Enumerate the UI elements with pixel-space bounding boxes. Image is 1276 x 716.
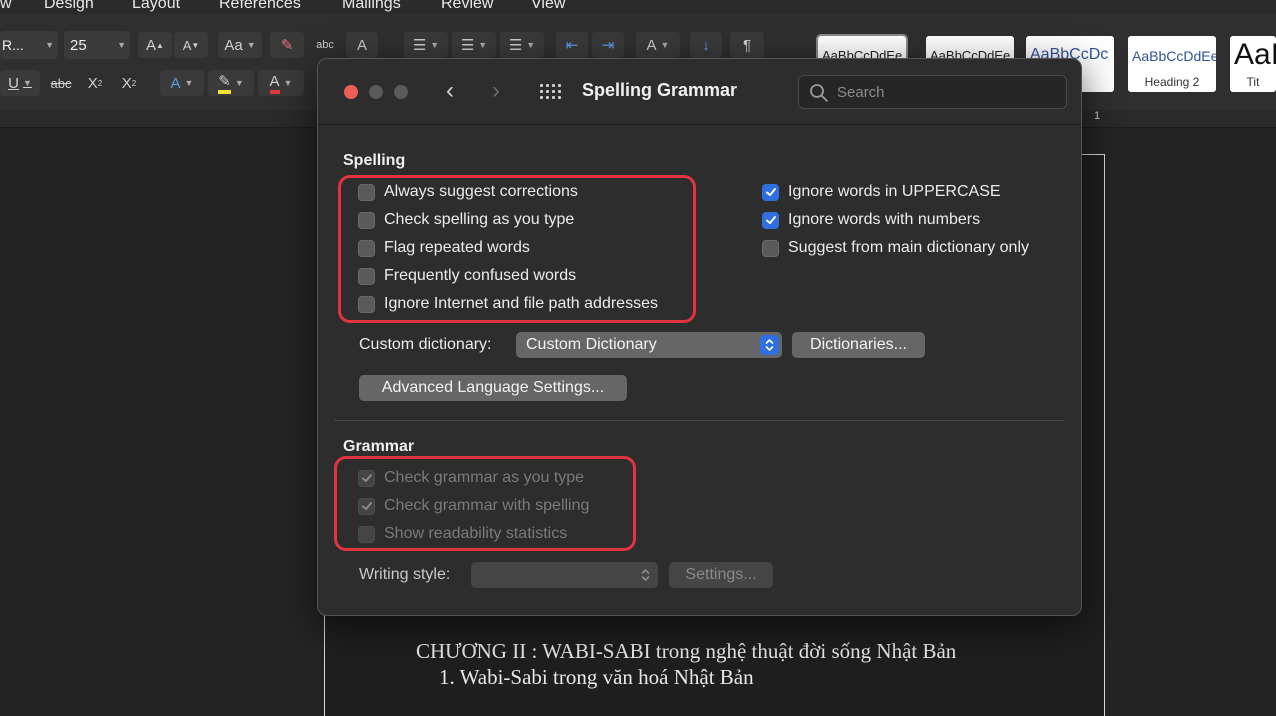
text-effects-icon[interactable]: A ▼ xyxy=(160,70,204,96)
font-name-dropdown[interactable]: R... ▼ xyxy=(0,31,58,59)
character-border-icon[interactable]: A xyxy=(346,32,378,58)
strikethrough-icon[interactable]: abc xyxy=(44,70,78,96)
minimize-window-button[interactable] xyxy=(369,85,383,99)
style-sample: AaBbCcDdEe xyxy=(1132,48,1216,64)
forward-arrow-icon[interactable]: › xyxy=(492,77,500,105)
menu-item-view[interactable]: View xyxy=(531,0,565,13)
checkbox-label: Ignore words in UPPERCASE xyxy=(788,183,1001,200)
increase-indent-icon[interactable]: ⇥ xyxy=(592,32,624,58)
show-all-grid-icon[interactable] xyxy=(540,84,562,100)
spelling-options-highlight xyxy=(338,175,696,323)
chevron-down-icon: ▼ xyxy=(45,40,54,50)
chevron-down-icon: ▼ xyxy=(117,40,126,50)
menu-item-review[interactable]: Review xyxy=(441,0,493,13)
multilevel-list-icon[interactable]: ☰ ▼ xyxy=(500,32,544,58)
sort-icon[interactable]: ↓ xyxy=(690,32,722,58)
custom-dictionary-value: Custom Dictionary xyxy=(526,336,657,353)
menu-item[interactable]: w xyxy=(0,0,12,13)
grammar-heading: Grammar xyxy=(343,438,415,455)
font-size-value: 25 xyxy=(70,36,87,54)
ruler-number: 1 xyxy=(1094,110,1101,122)
grammar-settings-button[interactable]: Settings... xyxy=(669,562,773,588)
font-color-icon[interactable]: A ▼ xyxy=(258,70,304,96)
dialog-title: Spelling Grammar xyxy=(582,80,738,100)
checkbox-box[interactable] xyxy=(762,239,779,257)
grammar-options-highlight xyxy=(334,456,636,551)
checkbox-box[interactable] xyxy=(762,183,779,201)
paragraph-mark-icon[interactable]: ¶ xyxy=(730,32,764,58)
menu-item-references[interactable]: References xyxy=(219,0,301,13)
dialog-titlebar: ‹ › Spelling Grammar xyxy=(318,59,1081,125)
checkbox-box[interactable] xyxy=(762,211,779,229)
document-subheading: 1. Wabi-Sabi trong văn hoá Nhật Bản xyxy=(439,665,754,689)
underline-icon[interactable]: U ▼ xyxy=(0,70,40,96)
decrease-indent-icon[interactable]: ⇤ xyxy=(556,32,588,58)
clear-formatting-icon[interactable]: ✎ xyxy=(270,32,304,58)
writing-style-select[interactable] xyxy=(471,562,658,588)
style-name: Heading 2 xyxy=(1144,75,1200,89)
spelling-grammar-dialog: ‹ › Spelling Grammar Spelling Always sug… xyxy=(317,58,1082,616)
language-icon[interactable]: A ▼ xyxy=(636,32,680,58)
section-divider xyxy=(334,420,1065,421)
checkmark-icon xyxy=(765,188,776,196)
checkmark-icon xyxy=(765,216,776,224)
grow-font-icon[interactable]: A ▲ xyxy=(138,32,172,58)
writing-style-label: Writing style: xyxy=(359,566,451,583)
ignore-uppercase-checkbox[interactable]: Ignore words in UPPERCASE xyxy=(762,182,1001,202)
style-heading-2[interactable]: AaBbCcDdEe Heading 2 xyxy=(1128,36,1216,92)
spelling-heading: Spelling xyxy=(343,152,406,169)
menu-item-layout[interactable]: Layout xyxy=(132,0,180,13)
font-name-value: R... xyxy=(2,37,24,53)
back-arrow-icon[interactable]: ‹ xyxy=(446,77,454,105)
phonetic-guide-icon[interactable]: abc xyxy=(308,32,342,58)
search-field[interactable] xyxy=(798,75,1067,109)
checkbox-label: Ignore words with numbers xyxy=(788,211,981,228)
subscript-icon[interactable]: X2 xyxy=(80,70,110,96)
custom-dictionary-select[interactable]: Custom Dictionary xyxy=(516,332,782,358)
menu-item-design[interactable]: Design xyxy=(44,0,94,13)
checkbox-label: Suggest from main dictionary only xyxy=(788,239,1029,256)
updown-chevron-icon xyxy=(760,335,779,355)
shrink-font-icon[interactable]: A ▼ xyxy=(174,32,208,58)
document-heading: CHƯƠNG II : WABI-SABI trong nghệ thuật đ… xyxy=(416,639,957,663)
zoom-window-button[interactable] xyxy=(394,85,408,99)
suggest-main-dictionary-only-checkbox[interactable]: Suggest from main dictionary only xyxy=(762,238,1029,258)
change-case-icon[interactable]: Aa ▼ xyxy=(218,32,262,58)
advanced-language-settings-button[interactable]: Advanced Language Settings... xyxy=(359,375,627,401)
numbering-icon[interactable]: ☰ ▼ xyxy=(452,32,496,58)
updown-chevron-icon xyxy=(636,565,655,585)
search-input[interactable] xyxy=(837,81,1057,103)
style-name: Tit xyxy=(1246,75,1260,89)
font-size-dropdown[interactable]: 25 ▼ xyxy=(64,31,130,59)
highlight-color-icon[interactable]: ✎ ▼ xyxy=(208,70,254,96)
custom-dictionary-label: Custom dictionary: xyxy=(359,336,492,353)
style-sample: AaI xyxy=(1234,38,1276,71)
style-title[interactable]: AaI Tit xyxy=(1230,36,1276,92)
ignore-words-with-numbers-checkbox[interactable]: Ignore words with numbers xyxy=(762,210,980,230)
close-window-button[interactable] xyxy=(344,85,358,99)
bullets-icon[interactable]: ☰ ▼ xyxy=(404,32,448,58)
dictionaries-button[interactable]: Dictionaries... xyxy=(792,332,925,358)
superscript-icon[interactable]: X2 xyxy=(114,70,144,96)
search-icon xyxy=(810,84,828,102)
menu-bar: w Design Layout References Mailings Revi… xyxy=(0,0,1276,14)
menu-item-mailings[interactable]: Mailings xyxy=(342,0,401,13)
